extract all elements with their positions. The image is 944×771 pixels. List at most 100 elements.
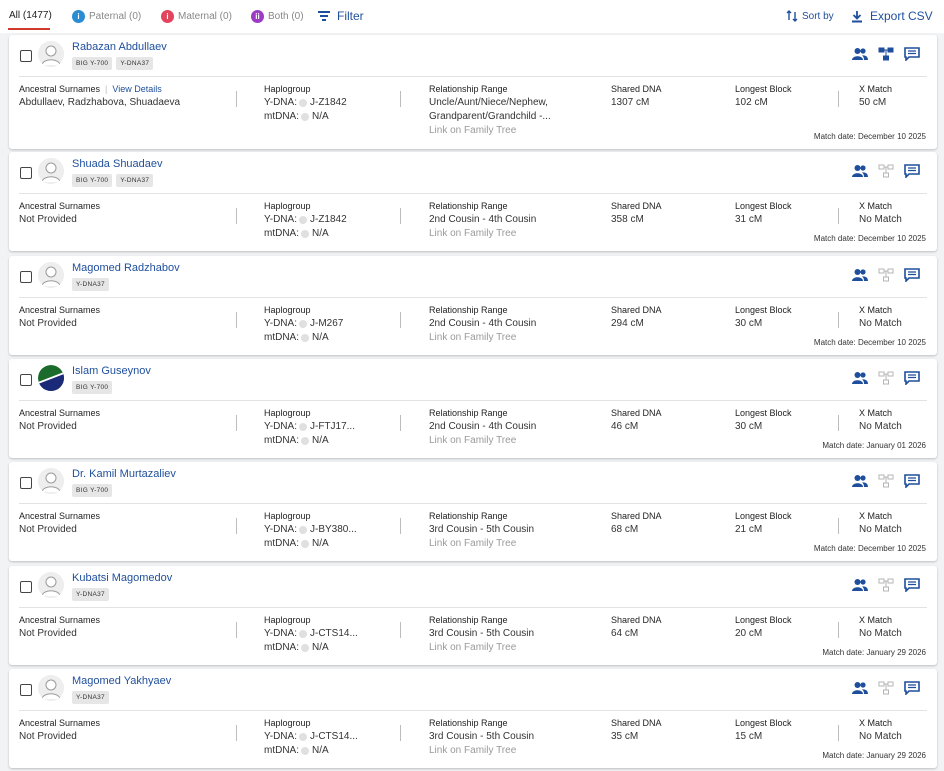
ydna-value[interactable]: J-M267 (310, 317, 343, 331)
match-name[interactable]: Shuada Shuadaev (72, 158, 163, 170)
shared-dna-label: Shared DNA (611, 615, 662, 625)
relationship-label: Relationship Range (429, 615, 508, 625)
longest-block-value: 20 cM (735, 628, 763, 639)
message-icon[interactable] (904, 268, 920, 282)
ydna-value[interactable]: J-Z1842 (310, 96, 347, 110)
default-avatar-image (38, 675, 64, 701)
family-tree-icon[interactable] (878, 47, 894, 61)
link-family-tree[interactable]: Link on Family Tree (429, 124, 551, 138)
match-name[interactable]: Islam Guseynov (72, 365, 151, 377)
family-tree-icon[interactable] (878, 371, 894, 385)
relationship-people-icon[interactable] (852, 474, 868, 488)
shared-dna: Shared DNA 294 cM (611, 303, 662, 331)
avatar[interactable] (38, 262, 64, 288)
match-name[interactable]: Kubatsi Magomedov (72, 572, 172, 584)
test-badge: Y-DNA37 (116, 57, 154, 70)
avatar[interactable] (38, 365, 64, 391)
tab-all[interactable]: All (1477) (9, 10, 52, 21)
export-csv-button[interactable]: Export CSV (851, 9, 933, 23)
ydna-value[interactable]: J-CTS14... (310, 730, 358, 744)
longest-block-label: Longest Block (735, 84, 792, 94)
shared-dna-label: Shared DNA (611, 408, 662, 418)
message-icon[interactable] (904, 681, 920, 695)
select-checkbox[interactable] (20, 684, 32, 696)
message-icon[interactable] (904, 474, 920, 488)
select-checkbox[interactable] (20, 50, 32, 62)
match-name[interactable]: Magomed Yakhyaev (72, 675, 171, 687)
select-checkbox[interactable] (20, 477, 32, 489)
link-family-tree[interactable]: Link on Family Tree (429, 537, 534, 551)
select-checkbox[interactable] (20, 374, 32, 386)
mtdna-status-icon (301, 540, 309, 548)
select-checkbox[interactable] (20, 581, 32, 593)
family-tree-icon[interactable] (878, 681, 894, 695)
ydna-value[interactable]: J-CTS14... (310, 627, 358, 641)
match-name[interactable]: Dr. Kamil Murtazaliev (72, 468, 176, 480)
ydna-status-icon (298, 99, 307, 107)
column-divider (400, 91, 401, 107)
relationship-people-icon[interactable] (852, 268, 868, 282)
family-tree-icon[interactable] (878, 164, 894, 178)
filter-button[interactable]: Filter (318, 9, 364, 23)
longest-block-value: 21 cM (735, 524, 763, 535)
view-details-link[interactable]: View Details (112, 82, 161, 96)
default-avatar-image (38, 572, 64, 598)
shared-dna-label: Shared DNA (611, 511, 662, 521)
maternal-icon: i (161, 10, 174, 23)
avatar[interactable] (38, 468, 64, 494)
match-actions (852, 47, 920, 61)
shared-dna: Shared DNA 64 cM (611, 613, 662, 641)
haplogroup: Haplogroup Y-DNA: J-FTJ17... mtDNA: N/A (264, 406, 355, 448)
family-tree-icon[interactable] (878, 268, 894, 282)
ydna-value[interactable]: J-BY380... (310, 523, 357, 537)
avatar[interactable] (38, 158, 64, 184)
tab-paternal[interactable]: i Paternal (0) (72, 10, 141, 23)
link-family-tree[interactable]: Link on Family Tree (429, 434, 536, 448)
relationship-people-icon[interactable] (852, 681, 868, 695)
avatar[interactable] (38, 675, 64, 701)
ydna-value[interactable]: J-Z1842 (310, 213, 347, 227)
sort-button[interactable]: Sort by (786, 10, 834, 22)
link-family-tree[interactable]: Link on Family Tree (429, 744, 534, 758)
ancestral-surnames-label: Ancestral Surnames (19, 84, 101, 94)
select-checkbox[interactable] (20, 271, 32, 283)
link-family-tree[interactable]: Link on Family Tree (429, 641, 534, 655)
link-family-tree[interactable]: Link on Family Tree (429, 227, 536, 241)
ydna-value[interactable]: J-FTJ17... (310, 420, 355, 434)
relationship-people-icon[interactable] (852, 164, 868, 178)
message-icon[interactable] (904, 47, 920, 61)
message-icon[interactable] (904, 164, 920, 178)
tab-maternal[interactable]: i Maternal (0) (161, 10, 232, 23)
test-badges: Y-DNA37 (72, 278, 109, 291)
relationship-range: Relationship Range 3rd Cousin - 5th Cousi… (429, 613, 534, 655)
column-divider (838, 622, 839, 638)
ancestral-surnames-label: Ancestral Surnames (19, 615, 101, 625)
link-family-tree[interactable]: Link on Family Tree (429, 331, 536, 345)
haplogroup: Haplogroup Y-DNA: J-BY380... mtDNA: N/A (264, 509, 357, 551)
match-name[interactable]: Magomed Radzhabov (72, 262, 180, 274)
message-icon[interactable] (904, 578, 920, 592)
message-icon[interactable] (904, 371, 920, 385)
column-divider (838, 725, 839, 741)
longest-block-label: Longest Block (735, 408, 792, 418)
relationship-people-icon[interactable] (852, 578, 868, 592)
match-actions (852, 371, 920, 385)
match-name[interactable]: Rabazan Abdullaev (72, 41, 167, 53)
family-tree-icon[interactable] (878, 578, 894, 592)
test-badge: BIG Y-700 (72, 57, 113, 70)
ancestral-surnames: Ancestral Surnames Not Provided (19, 716, 100, 744)
shared-dna-value: 294 cM (611, 318, 644, 329)
longest-block-value: 30 cM (735, 421, 763, 432)
relationship-people-icon[interactable] (852, 371, 868, 385)
x-match: X Match No Match (859, 406, 902, 434)
family-tree-icon[interactable] (878, 474, 894, 488)
tab-both[interactable]: ii Both (0) (251, 10, 304, 23)
longest-block: Longest Block 31 cM (735, 199, 792, 227)
select-checkbox[interactable] (20, 167, 32, 179)
match-card: Rabazan Abdullaev BIG Y-700 Y-DNA37 Ancestr… (9, 35, 937, 149)
avatar[interactable] (38, 572, 64, 598)
shared-dna: Shared DNA 1307 cM (611, 82, 662, 110)
column-divider (236, 725, 237, 741)
relationship-people-icon[interactable] (852, 47, 868, 61)
avatar[interactable] (38, 41, 64, 67)
